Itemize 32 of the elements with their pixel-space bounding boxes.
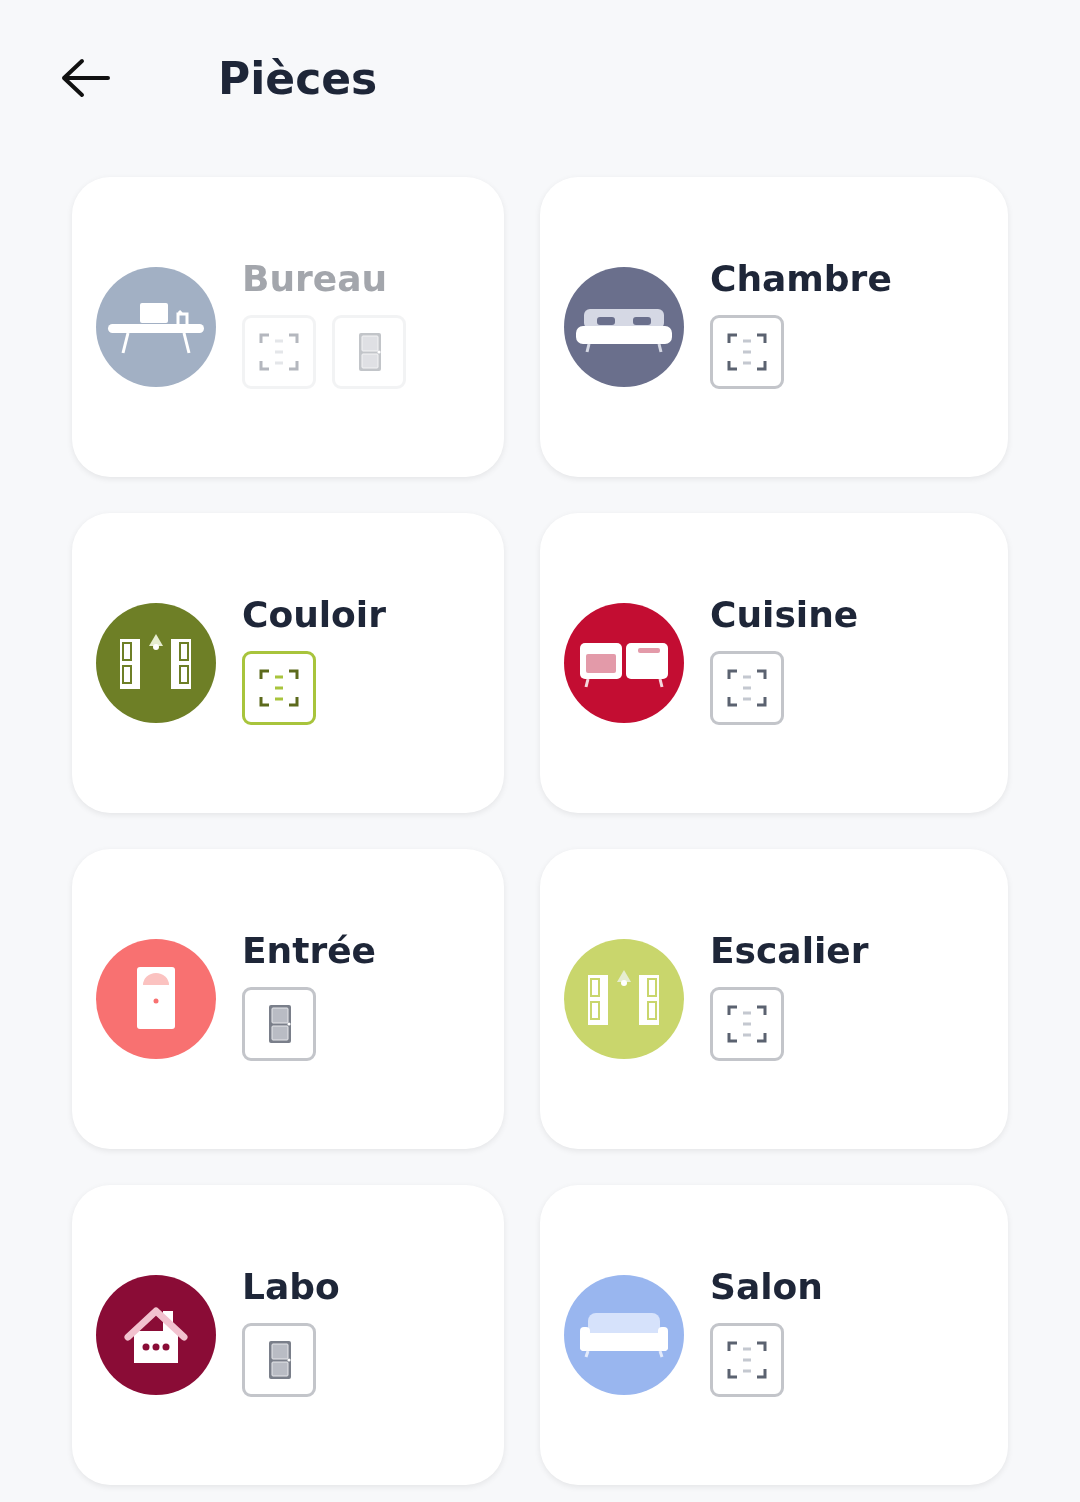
door-sensor-button[interactable]: [242, 1323, 316, 1397]
corridor-icon: [564, 939, 684, 1059]
room-card[interactable]: Escalier: [540, 849, 1008, 1149]
kitchen-icon: [564, 603, 684, 723]
corridor-icon: [96, 603, 216, 723]
door-icon: [96, 939, 216, 1059]
bed-icon: [564, 267, 684, 387]
room-card[interactable]: Labo: [72, 1185, 504, 1485]
room-name: Labo: [242, 1265, 340, 1309]
room-card[interactable]: Chambre: [540, 177, 1008, 477]
motion-sensor-button[interactable]: [710, 315, 784, 389]
motion-sensor-button[interactable]: [710, 651, 784, 725]
sofa-icon: [564, 1275, 684, 1395]
room-name: Chambre: [710, 257, 892, 301]
motion-sensor-button[interactable]: [710, 987, 784, 1061]
room-name: Entrée: [242, 929, 376, 973]
desk-icon: [96, 267, 216, 387]
room-card[interactable]: Salon: [540, 1185, 1008, 1485]
door-sensor-button[interactable]: [242, 987, 316, 1061]
back-icon[interactable]: [60, 58, 110, 98]
motion-sensor-button[interactable]: [242, 651, 316, 725]
room-card[interactable]: Cuisine: [540, 513, 1008, 813]
motion-sensor-button[interactable]: [710, 1323, 784, 1397]
room-name: Salon: [710, 1265, 823, 1309]
room-name: Couloir: [242, 593, 386, 637]
room-name: Cuisine: [710, 593, 859, 637]
house-icon: [96, 1275, 216, 1395]
room-card[interactable]: Couloir: [72, 513, 504, 813]
room-name: Escalier: [710, 929, 869, 973]
room-card[interactable]: Entrée: [72, 849, 504, 1149]
page-title: Pièces: [218, 52, 378, 104]
room-name: Bureau: [242, 257, 389, 301]
